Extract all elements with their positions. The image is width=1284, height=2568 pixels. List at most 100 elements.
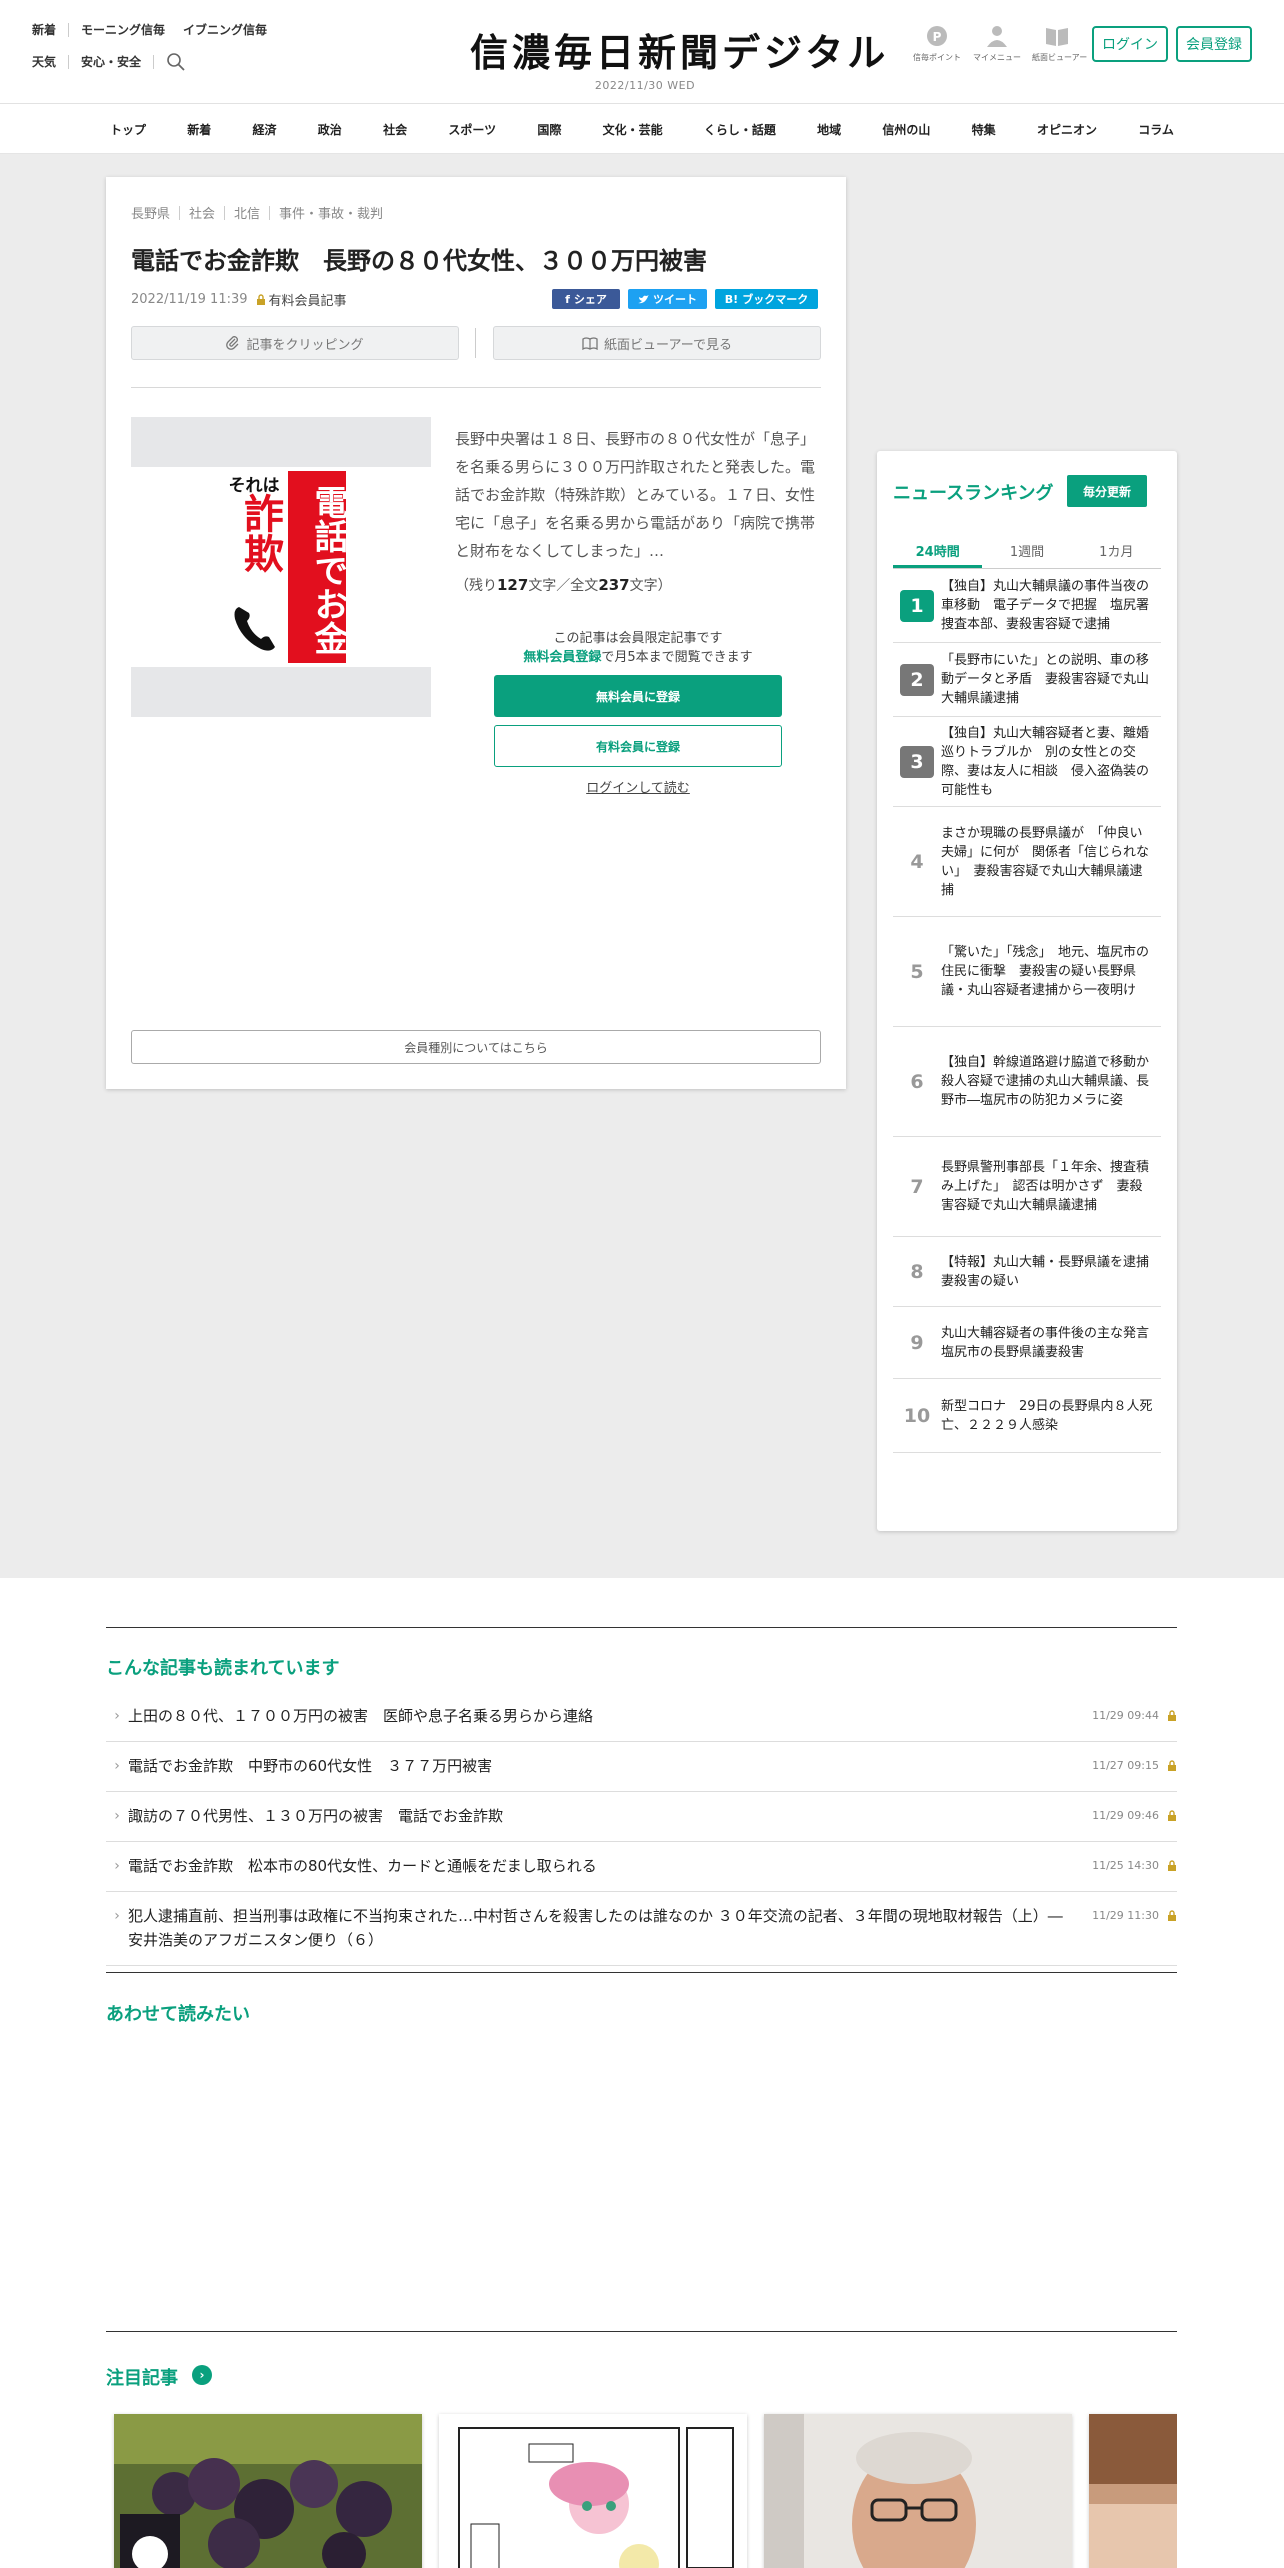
featured-card[interactable] — [439, 2414, 747, 2568]
list-item[interactable]: › 電話でお金詐欺 松本市の80代女性、カードと通帳をだまし取られる 11/25 1… — [106, 1842, 1177, 1892]
nav-item[interactable]: オピニオン — [1023, 121, 1111, 138]
article-photo[interactable]: それは 詐欺 電話でお金 — [131, 417, 431, 717]
search-icon[interactable] — [166, 52, 186, 72]
header-link-safety[interactable]: 安心・安全 — [81, 54, 141, 70]
ranking-headline: 長野県警刑事部長「１年余、捜査積み上げた」 認否は明かさず 妻殺害容疑で丸山大輔… — [941, 1160, 1150, 1213]
list-item[interactable]: › 上田の８０代、１７００万円の被害 医師や息子名乗る男らから連絡 11/29 09… — [106, 1692, 1177, 1742]
list-item[interactable]: › 諏訪の７０代男性、１３０万円の被害 電話でお金詐欺 11/29 09:46 — [106, 1792, 1177, 1842]
hatena-bookmark-button[interactable]: B! ブックマーク — [715, 289, 818, 309]
logo-text: 信濃毎日新聞デジタル — [470, 30, 890, 75]
ranking-number: 2 — [900, 663, 934, 696]
book-icon — [582, 336, 598, 350]
ranking-item[interactable]: 9 丸山大輔容疑者の事件後の主な発言 塩尻市の長野県議妻殺害 — [893, 1307, 1162, 1379]
header-link-morning[interactable]: モーニング信毎 — [81, 22, 165, 38]
nav-item[interactable]: 特集 — [958, 121, 1010, 138]
user-icon — [987, 26, 1007, 47]
nav-item[interactable]: トップ — [96, 121, 160, 138]
article-link-title: 電話でお金詐欺 中野市の60代女性 ３７７万円被害 — [128, 1757, 493, 1775]
nav-item[interactable]: 国際 — [523, 121, 575, 138]
poster-image: それは 詐欺 電話でお金 — [131, 467, 431, 667]
register-button[interactable]: 会員登録 — [1176, 26, 1252, 62]
article-date: 11/27 09:15 — [1092, 1759, 1159, 1772]
crumb-prefecture[interactable]: 長野県 — [131, 203, 170, 222]
free-signup-link[interactable]: 無料会員登録 — [523, 650, 601, 665]
member-types-link[interactable]: 会員種別についてはこちら — [131, 1030, 821, 1064]
featured-more-icon[interactable]: › — [192, 2365, 212, 2385]
paid-member-button[interactable]: 有料会員に登録 — [494, 725, 782, 767]
featured-card[interactable] — [1089, 2414, 1177, 2568]
crumb-society[interactable]: 社会 — [189, 203, 215, 222]
paperclip-icon — [226, 336, 239, 350]
crumb-hokushin[interactable]: 北信 — [234, 203, 260, 222]
article-link-title: 上田の８０代、１７００万円の被害 医師や息子名乗る男らから連絡 — [128, 1707, 594, 1725]
free-member-button[interactable]: 無料会員に登録 — [494, 675, 782, 717]
tab-1month[interactable]: 1カ月 — [1072, 537, 1161, 568]
article-date: 11/25 14:30 — [1092, 1859, 1159, 1872]
nav-item[interactable]: 新着 — [173, 121, 225, 138]
ranking-item[interactable]: 4 まさか現職の長野県議が 「仲良い夫婦」に何が 関係者「信じられない」 妻殺害容… — [893, 807, 1161, 917]
header-link-weather[interactable]: 天気 — [32, 54, 56, 70]
article-date: 11/29 09:44 — [1092, 1709, 1159, 1722]
ranking-item[interactable]: 10 新型コロナ 29日の長野県内８人死亡、２２２９人感染 — [893, 1379, 1161, 1453]
my-menu-button[interactable]: マイメニュー — [972, 24, 1022, 63]
nav-item[interactable]: 文化・芸能 — [589, 121, 677, 138]
nav-item[interactable]: 社会 — [369, 121, 421, 138]
header-icons: P 信毎ポイント マイメニュー 紙面ビューアー — [912, 24, 1087, 63]
facebook-icon: f — [565, 292, 570, 306]
article-card: 長野県 社会 北信 事件・事故・裁判 電話でお金詐欺 長野の８０代女性、３００万… — [106, 177, 846, 1089]
list-item[interactable]: › 電話でお金詐欺 中野市の60代女性 ３７７万円被害 11/27 09:15 — [106, 1742, 1177, 1792]
clip-article-button[interactable]: 記事をクリッピング — [131, 326, 459, 360]
ranking-item[interactable]: 7 長野県警刑事部長「１年余、捜査積み上げた」 認否は明かさず 妻殺害容疑で丸山大… — [893, 1137, 1161, 1237]
paper-viewer-button[interactable]: 紙面ビューアー — [1032, 24, 1087, 63]
header-link-new[interactable]: 新着 — [32, 22, 56, 38]
header-link-evening[interactable]: イブニング信毎 — [183, 22, 267, 38]
ranking-number: 9 — [910, 1331, 924, 1354]
twitter-tweet-button[interactable]: ツイート — [628, 289, 707, 309]
man-portrait-photo — [764, 2414, 1072, 2568]
list-item[interactable]: › 犯人逮捕直前、担当刑事は政権に不当拘束された…中村哲さんを殺害したのは誰なのか… — [106, 1892, 1177, 1966]
member-type-label: 有料会員記事 — [268, 294, 347, 309]
article-lead: 長野中央署は１８日、長野市の８０代女性が「息子」を名乗る男らに３００万円詐取され… — [455, 430, 816, 560]
tab-24h[interactable]: 24時間 — [893, 537, 983, 568]
ranking-list: 1 【独自】丸山大輔県議の事件当夜の車移動 電子データで把握 塩尻署捜査本部、妻殺… — [893, 569, 1162, 1453]
article-title: 電話でお金詐欺 長野の８０代女性、３００万円被害 — [131, 247, 707, 275]
nav-item[interactable]: 信州の山 — [868, 121, 944, 138]
ranking-item[interactable]: 3 【独自】丸山大輔容疑者と妻、離婚巡りトラブルか 別の女性との交際、妻は友人に相… — [893, 717, 1161, 807]
nav-item[interactable]: コラム — [1124, 121, 1188, 138]
featured-card[interactable] — [764, 2414, 1072, 2568]
ranking-item[interactable]: 5 「驚いた」「残念」 地元、塩尻市の住民に衝撃 妻殺害の疑い長野県議・丸山容疑者… — [893, 917, 1161, 1027]
login-to-read-link[interactable]: ログインして読む — [494, 777, 782, 796]
login-button[interactable]: ログイン — [1092, 26, 1168, 62]
lock-icon — [1159, 1754, 1177, 1778]
site-logo[interactable]: 信濃毎日新聞デジタル 2022/11/30 WED — [470, 22, 890, 92]
ranking-headline: 新型コロナ 29日の長野県内８人死亡、２２２９人感染 — [941, 1398, 1153, 1433]
chevron-right-icon: › — [114, 1808, 120, 1824]
nav-item[interactable]: スポーツ — [434, 121, 510, 138]
share-buttons: f シェア ツイート B! ブックマーク — [552, 289, 818, 309]
nav-item[interactable]: 地域 — [803, 121, 855, 138]
crumb-incident[interactable]: 事件・事故・裁判 — [279, 203, 383, 222]
featured-title: 注目記事 — [106, 2368, 178, 2389]
nav-item[interactable]: 経済 — [239, 121, 291, 138]
chevron-right-icon: › — [114, 1858, 120, 1874]
facebook-share-button[interactable]: f シェア — [552, 289, 620, 309]
lock-icon — [1159, 1704, 1177, 1728]
ranking-headline: 「長野市にいた」との説明、車の移動データと矛盾 妻殺害容疑で丸山大輔県議逮捕 — [941, 653, 1150, 706]
nav-item[interactable]: くらし・話題 — [690, 121, 790, 138]
ranking-item[interactable]: 6 【独自】幹線道路避け脇道で移動か 殺人容疑で逮捕の丸山大輔県議、長野市―塩尻市… — [893, 1027, 1162, 1137]
ranking-item[interactable]: 1 【独自】丸山大輔県議の事件当夜の車移動 電子データで把握 塩尻署捜査本部、妻殺… — [893, 569, 1161, 643]
paper-viewer-link[interactable]: 紙面ビューアーで見る — [493, 326, 821, 360]
poster-text-fraud: 詐欺 — [237, 493, 284, 573]
article-link-title: 犯人逮捕直前、担当刑事は政権に不当拘束された…中村哲さんを殺害したのは誰なのか … — [128, 1907, 1063, 1949]
ranking-headline: 「驚いた」「残念」 地元、塩尻市の住民に衝撃 妻殺害の疑い長野県議・丸山容疑者逮… — [941, 945, 1150, 998]
poster-text-phone-money: 電話でお金 — [288, 471, 348, 663]
ranking-item[interactable]: 2 「長野市にいた」との説明、車の移動データと矛盾 妻殺害容疑で丸山大輔県議逮捕 — [893, 643, 1161, 717]
tab-1week[interactable]: 1週間 — [982, 537, 1071, 568]
newspaper-icon — [1046, 28, 1068, 46]
featured-card[interactable] — [114, 2414, 422, 2568]
nav-item[interactable]: 政治 — [304, 121, 356, 138]
ranking-headline: 【独自】丸山大輔県議の事件当夜の車移動 電子データで把握 塩尻署捜査本部、妻殺害… — [941, 579, 1150, 632]
points-button[interactable]: P 信毎ポイント — [912, 24, 962, 63]
news-ranking: ニュースランキング 毎分更新 24時間 1週間 1カ月 1 【独自】丸山大輔県議の… — [877, 451, 1177, 1531]
ranking-item[interactable]: 8 【特報】丸山大輔・長野県議を逮捕 妻殺害の疑い — [893, 1237, 1162, 1307]
